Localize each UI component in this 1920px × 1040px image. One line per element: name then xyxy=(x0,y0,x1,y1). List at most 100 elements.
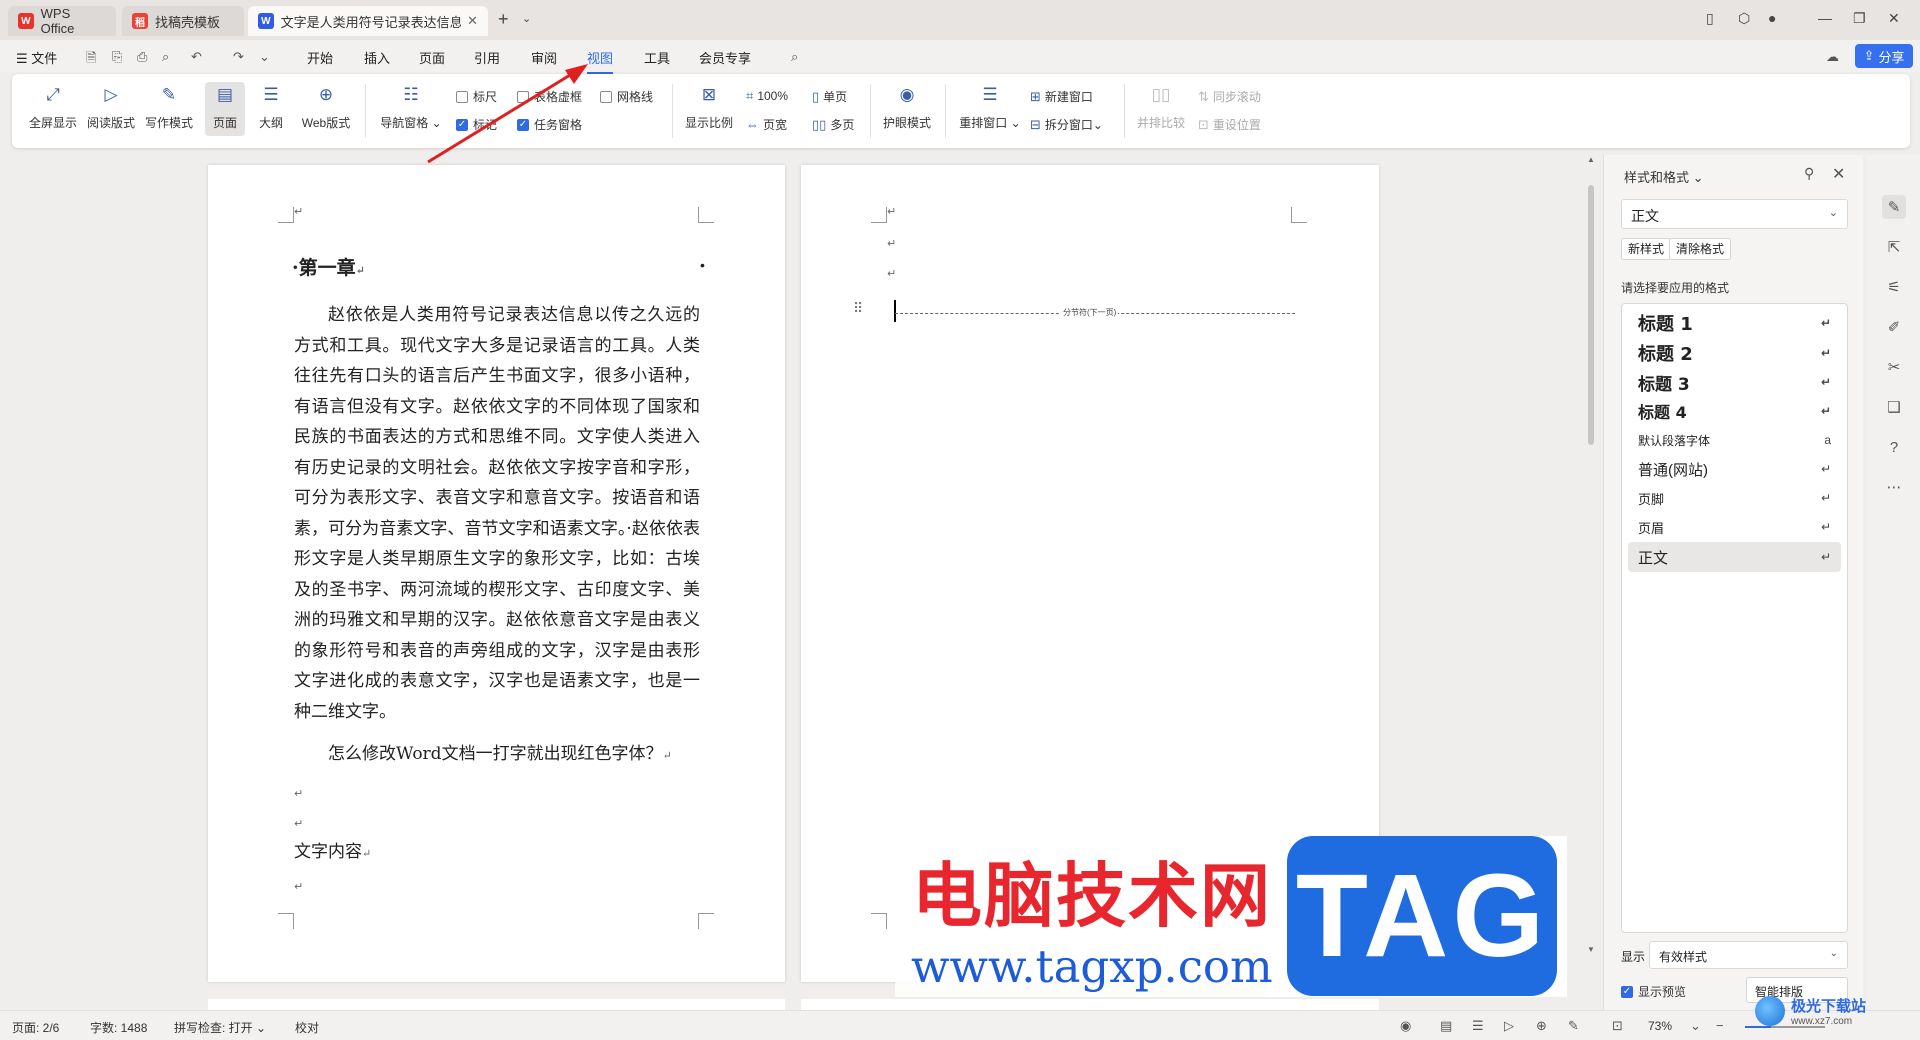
cube-icon[interactable]: ⬡ xyxy=(1738,10,1750,27)
print-preview-icon[interactable]: ⌕ xyxy=(162,49,169,65)
menu-references[interactable]: 引用 xyxy=(474,48,500,67)
new-tab-icon[interactable]: + xyxy=(498,9,509,30)
globe-icon[interactable]: ⊕ xyxy=(1536,1018,1547,1034)
fullscreen-button[interactable]: ⤢ 全屏显示 xyxy=(24,82,82,131)
save-icon[interactable]: 🗎 xyxy=(86,49,96,71)
style-item-heading-1[interactable]: 标题 1 ↵ xyxy=(1628,308,1841,338)
pen-icon[interactable]: ✎ xyxy=(1568,1018,1579,1034)
show-style-select[interactable]: 有效样式 ⌄ xyxy=(1649,941,1848,969)
nav-pane-button[interactable]: ☷ 导航窗格 ⌄ xyxy=(376,82,446,131)
zoom-ratio-button[interactable]: ⊠ 显示比例 xyxy=(680,82,738,131)
page-count[interactable]: 页面: 2/6 xyxy=(12,1019,59,1036)
cloud-icon[interactable]: ☁ xyxy=(1826,49,1839,65)
vertical-scrollbar[interactable]: ▲ ▼ xyxy=(1584,155,1598,1010)
tab-document[interactable]: W 文字是人类用符号记录表达信息以传之久远 ✕ xyxy=(248,6,488,36)
outline-icon[interactable]: ☰ xyxy=(1472,1018,1484,1034)
page-view-button[interactable]: ▤ 页面 xyxy=(205,82,245,136)
style-item-default-font[interactable]: 默认段落字体 a xyxy=(1628,425,1841,455)
style-brush-icon[interactable]: ✎ xyxy=(1882,195,1906,219)
new-style-button[interactable]: 新样式 xyxy=(1621,238,1672,260)
menu-review[interactable]: 审阅 xyxy=(531,48,557,67)
proofread-button[interactable]: 校对 xyxy=(295,1019,319,1036)
multi-page-button[interactable]: ▯▯ 多页 xyxy=(812,116,854,133)
menu-insert[interactable]: 插入 xyxy=(364,48,390,67)
outline-button[interactable]: ☰ 大纲 xyxy=(249,82,293,131)
pin-icon[interactable]: ⚲ xyxy=(1804,165,1814,182)
reset-position-button[interactable]: ⊡ 重设位置 xyxy=(1198,116,1261,133)
reading-mode-button[interactable]: ▷ 阅读版式 xyxy=(82,82,140,131)
task-pane-checkbox[interactable]: ✓ 任务窗格 xyxy=(517,116,582,133)
split-window-button[interactable]: ⊟ 拆分窗口 ⌄ xyxy=(1030,116,1103,133)
current-style-select[interactable]: 正文 ⌄ xyxy=(1621,199,1848,229)
writing-mode-button[interactable]: ✎ 写作模式 xyxy=(140,82,198,131)
menu-home[interactable]: 开始 xyxy=(307,48,333,67)
marks-checkbox[interactable]: ✓ 标记 xyxy=(456,116,497,133)
tools-icon[interactable]: ✂ xyxy=(1882,355,1906,379)
book-icon[interactable]: ❑ xyxy=(1882,395,1906,419)
web-layout-button[interactable]: ⊕ Web版式 xyxy=(297,82,355,131)
tab-template[interactable]: 稻 找稿壳模板 xyxy=(122,6,244,36)
chevron-down-icon[interactable]: ⌄ xyxy=(522,12,531,25)
file-menu[interactable]: ☰ 文件 xyxy=(16,48,57,67)
clear-format-button[interactable]: 清除格式 xyxy=(1669,238,1732,260)
eye-care-button[interactable]: ◉ 护眼模式 xyxy=(878,82,936,131)
drag-handle-icon[interactable]: ⠿ xyxy=(853,300,863,317)
restore-icon[interactable]: ❐ xyxy=(1853,10,1866,27)
side-by-side-button[interactable]: ▯▯ 并排比较 xyxy=(1132,82,1190,131)
style-item-header[interactable]: 页眉 ↵ xyxy=(1628,512,1841,542)
sync-scroll-button[interactable]: ⇅ 同步滚动 xyxy=(1198,88,1261,105)
style-item-normal-web[interactable]: 普通(网站) ↵ xyxy=(1628,454,1841,484)
zoom-level[interactable]: 73% xyxy=(1648,1019,1672,1033)
help-icon[interactable]: ? xyxy=(1882,435,1906,459)
undo-icon[interactable]: ↶ xyxy=(191,49,202,65)
style-item-heading-3[interactable]: 标题 3 ↵ xyxy=(1628,367,1841,397)
scrollbar-thumb[interactable] xyxy=(1588,185,1594,445)
chevron-down-icon[interactable]: ⌄ xyxy=(1690,1018,1701,1034)
fit-page-icon[interactable]: ⊡ xyxy=(1612,1018,1623,1034)
word-count[interactable]: 字数: 1488 xyxy=(90,1019,147,1036)
single-page-button[interactable]: ▯ 单页 xyxy=(812,88,847,105)
spell-check[interactable]: 拼写检查: 打开 ⌄ xyxy=(174,1019,266,1036)
style-item-body[interactable]: 正文 ↵ xyxy=(1628,542,1841,572)
edit-doc-icon[interactable]: ✐ xyxy=(1882,315,1906,339)
adjust-icon[interactable]: ⚟ xyxy=(1882,275,1906,299)
style-item-heading-4[interactable]: 标题 4 ↵ xyxy=(1628,396,1841,426)
play-icon[interactable]: ▷ xyxy=(1504,1018,1514,1034)
minimize-icon[interactable]: — xyxy=(1818,10,1832,26)
zoom-out-icon[interactable]: − xyxy=(1716,1018,1724,1033)
eye-icon[interactable]: ◉ xyxy=(1400,1018,1411,1034)
redo-icon[interactable]: ↷ xyxy=(233,49,244,65)
gridlines-checkbox[interactable]: 网格线 xyxy=(600,88,653,105)
close-window-icon[interactable]: ✕ xyxy=(1888,10,1900,27)
layout-icon[interactable]: ▯ xyxy=(1706,10,1714,27)
table-gridlines-checkbox[interactable]: 表格虚框 xyxy=(517,88,582,105)
menu-layout[interactable]: 页面 xyxy=(419,48,445,67)
close-tab-icon[interactable]: ✕ xyxy=(467,13,478,29)
new-window-button[interactable]: ⊞ 新建窗口 xyxy=(1030,88,1093,105)
avatar[interactable]: ● xyxy=(1768,10,1776,26)
show-preview-checkbox[interactable]: ✓ 显示预览 xyxy=(1621,983,1686,1000)
scroll-up-icon[interactable]: ▲ xyxy=(1587,155,1595,164)
zoom-100-button[interactable]: ⌗ 100% xyxy=(746,88,788,104)
style-item-heading-2[interactable]: 标题 2 ↵ xyxy=(1628,338,1841,368)
more-quick-actions-icon[interactable]: ⌄ xyxy=(259,49,270,65)
select-cursor-icon[interactable]: ⇱ xyxy=(1882,235,1906,259)
menu-member[interactable]: 会员专享 xyxy=(699,48,751,67)
scroll-down-icon[interactable]: ▼ xyxy=(1587,945,1595,954)
print-icon[interactable]: ⎙ xyxy=(137,49,147,65)
tab-wps-office[interactable]: W WPS Office xyxy=(8,6,116,36)
export-icon[interactable]: ⎘ xyxy=(112,49,122,65)
close-icon[interactable]: ✕ xyxy=(1832,164,1845,184)
share-button[interactable]: ⇪ 分享 xyxy=(1855,44,1913,68)
ruler-checkbox[interactable]: 标尺 xyxy=(456,88,497,105)
styles-pane-title[interactable]: 样式和格式 ⌄ xyxy=(1624,167,1704,186)
style-item-footer[interactable]: 页脚 ↵ xyxy=(1628,483,1841,513)
page-width-button[interactable]: ⇔ 页宽 xyxy=(746,116,787,133)
search-icon[interactable]: ⌕ xyxy=(791,49,798,65)
document-page-1[interactable]: ↵ ·第一章↵ • 赵依依是人类用符号记录表达信息以传之久远的方式和工具。现代文… xyxy=(208,165,785,982)
menu-view[interactable]: 视图 xyxy=(587,48,614,74)
rearrange-windows-button[interactable]: ☰ 重排窗口 ⌄ xyxy=(954,82,1026,131)
page-view-icon[interactable]: ▤ xyxy=(1440,1018,1452,1034)
menu-tools[interactable]: 工具 xyxy=(644,48,670,67)
more-icon[interactable]: ⋯ xyxy=(1882,475,1906,499)
